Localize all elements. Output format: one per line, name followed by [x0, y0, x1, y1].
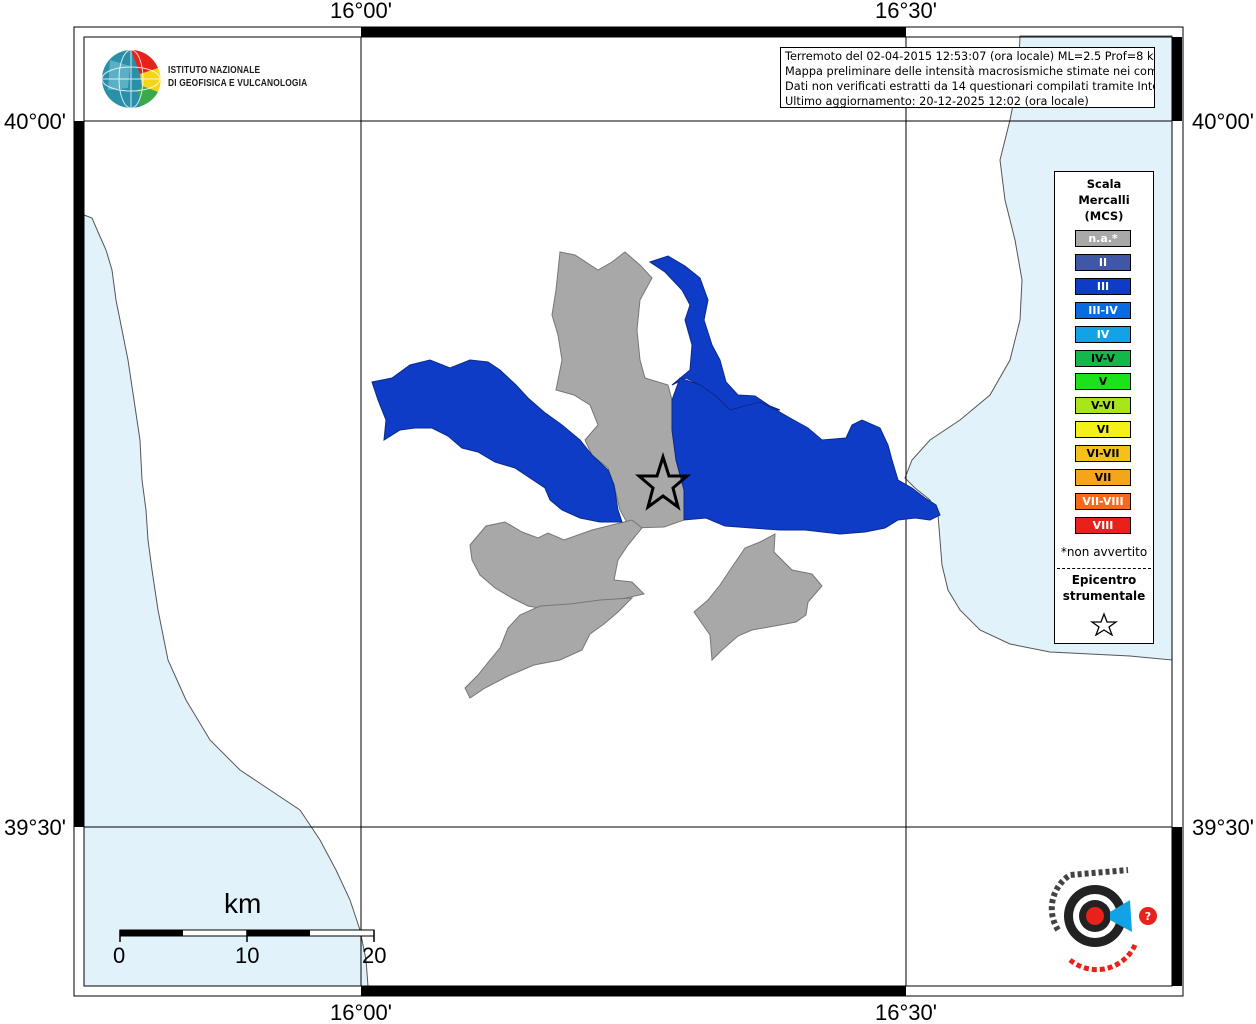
ingv-logo: ISTITUTO NAZIONALE DI GEOFISICA E VULCAN…: [100, 48, 340, 110]
info-line-event: Terremoto del 02-04-2015 12:53:07 (ora l…: [785, 50, 1155, 63]
legend-title-line2: Mercalli: [1078, 193, 1130, 207]
legend-item-12: VIII: [1075, 516, 1131, 534]
top-tick-16-00: 16°00': [330, 0, 392, 23]
legend-item-2: III: [1075, 277, 1131, 295]
svg-text:?: ?: [1145, 910, 1151, 923]
mcs-legend: Scala Mercalli (MCS) n.a.* II III III-IV IV I…: [1054, 171, 1154, 644]
left-tick-40-00: 40°00': [4, 109, 66, 134]
ingv-name-line1: ISTITUTO NAZIONALE: [168, 64, 261, 76]
legend-item-8: VI: [1075, 421, 1131, 439]
legend-item-3: III-IV: [1075, 301, 1131, 319]
legend-star-icon: [1090, 612, 1118, 636]
legend-item-1: II: [1075, 253, 1131, 271]
right-tick-40-00: 40°00': [1192, 109, 1254, 134]
legend-item-0: n.a.*: [1075, 230, 1131, 247]
bottom-tick-16-30: 16°30': [875, 1000, 937, 1024]
scalebar-label-0: 0: [113, 943, 126, 968]
legend-epicenter-line2: strumentale: [1062, 589, 1146, 603]
legend-title-line3: (MCS): [1084, 209, 1124, 223]
legend-title: Scala Mercalli (MCS): [1055, 176, 1153, 224]
legend-note: *non avvertito: [1060, 545, 1148, 559]
info-line-map: Mappa preliminare delle intensità macros…: [785, 65, 1155, 78]
legend-item-5: IV-V: [1075, 349, 1131, 367]
right-tick-39-30: 39°30': [1192, 815, 1254, 840]
info-line-data: Dati non verificati estratti da 14 quest…: [785, 80, 1155, 93]
legend-item-9: VI-VII: [1075, 445, 1131, 463]
left-tick-39-30: 39°30': [4, 815, 66, 840]
scalebar-label-10: 10: [235, 943, 260, 968]
bottom-tick-16-00: 16°00': [330, 1000, 392, 1024]
legend-epicenter-label: Epicentro strumentale: [1055, 572, 1153, 604]
scalebar-unit: km: [224, 888, 262, 919]
legend-epicenter-line1: Epicentro: [1071, 573, 1137, 587]
legend-title-line1: Scala: [1086, 177, 1122, 191]
legend-item-11: VII-VIII: [1075, 492, 1131, 510]
info-line-update: Ultimo aggiornamento: 20-12-2025 12:02 (…: [785, 95, 1089, 108]
legend-item-7: V-VI: [1075, 397, 1131, 415]
legend-item-6: V: [1075, 373, 1131, 391]
legend-item-4: IV: [1075, 325, 1131, 343]
legend-separator: [1057, 568, 1151, 569]
legend-item-10: VII: [1075, 469, 1131, 486]
top-tick-16-30: 16°30': [875, 0, 937, 23]
scalebar-label-20: 20: [362, 943, 387, 968]
ingv-name-line2: DI GEOFISICA E VULCANOLOGIA: [168, 77, 308, 89]
earthquake-info-box: Terremoto del 02-04-2015 12:53:07 (ora l…: [780, 47, 1155, 108]
ingv-globe-icon: [101, 49, 161, 109]
